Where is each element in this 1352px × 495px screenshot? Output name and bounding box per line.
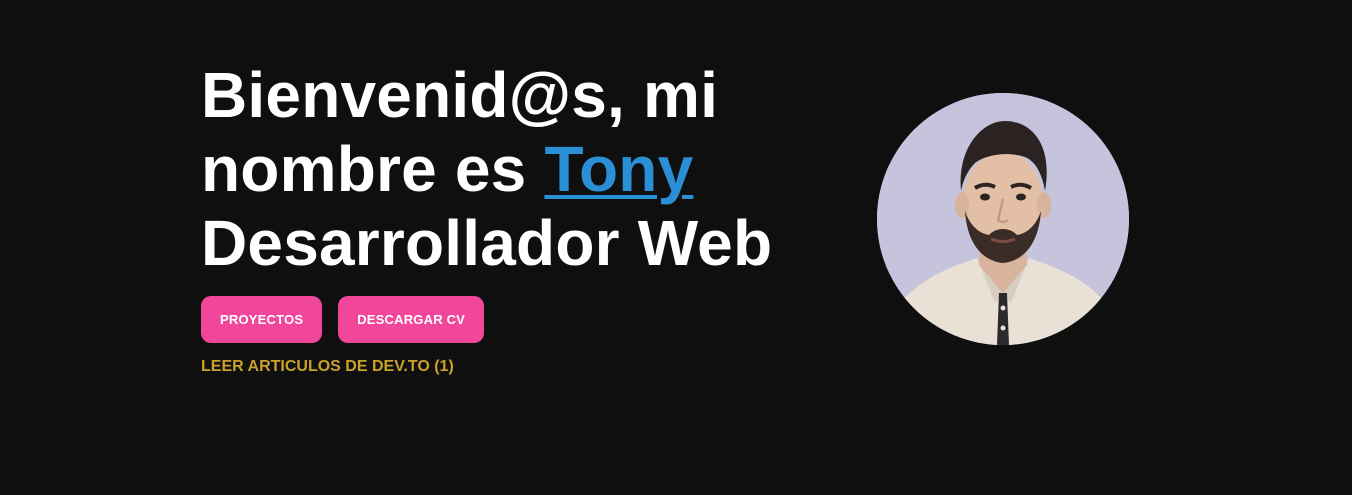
projects-button[interactable]: PROYECTOS (201, 296, 323, 343)
avatar (877, 93, 1129, 345)
hero-headline: Bienvenid@s, mi nombre es Tony Desarroll… (201, 58, 772, 280)
greeting-line: Bienvenid@s, mi (201, 59, 719, 131)
devto-articles-link[interactable]: LEER ARTICULOS DE DEV.TO (1) (201, 358, 454, 376)
role-line: Desarrollador Web (201, 207, 773, 279)
name-prefix: nombre es (201, 133, 545, 205)
download-cv-button[interactable]: DESCARGAR CV (338, 296, 485, 343)
name-line: nombre es Tony (201, 132, 772, 206)
name-link[interactable]: Tony (544, 133, 693, 205)
hero-section: Bienvenid@s, mi nombre es Tony Desarroll… (0, 0, 1352, 495)
profile-photo-icon (877, 93, 1129, 345)
hero-actions: PROYECTOS DESCARGAR CV (201, 296, 485, 343)
